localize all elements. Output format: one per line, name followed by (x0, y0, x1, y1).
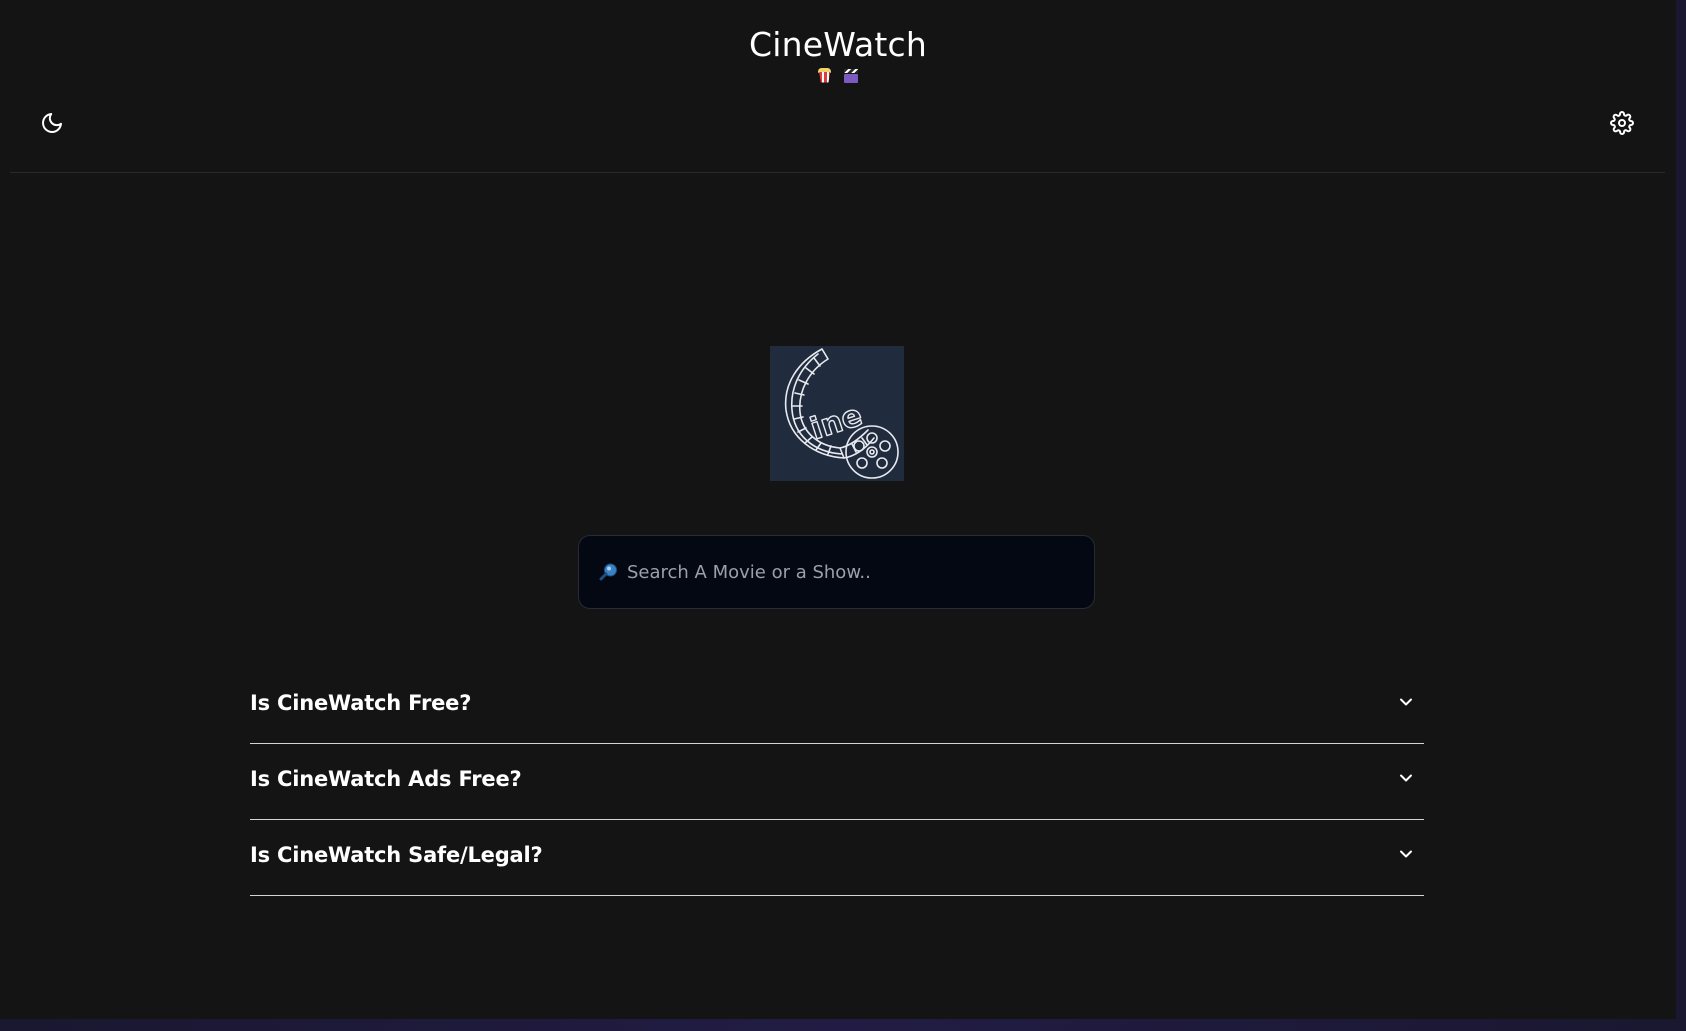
search-icon (599, 563, 617, 581)
theme-toggle-button[interactable] (38, 109, 66, 137)
clapper-board-icon (843, 68, 858, 83)
title-emojis (0, 64, 1676, 86)
faq-item-ads-free[interactable]: Is CineWatch Ads Free? (250, 744, 1424, 820)
popcorn-icon (818, 67, 832, 84)
faq-list: Is CineWatch Free? Is CineWatch Ads Free… (250, 668, 1424, 896)
search-box[interactable] (578, 535, 1095, 609)
faq-question: Is CineWatch Free? (250, 690, 472, 715)
film-reel-logo: ine (784, 348, 899, 479)
cinewatch-logo: ine (770, 346, 904, 481)
header-divider (10, 172, 1665, 173)
site-title: CineWatch (749, 25, 927, 64)
settings-button[interactable] (1608, 109, 1636, 137)
faq-question: Is CineWatch Safe/Legal? (250, 842, 543, 867)
faq-item-free[interactable]: Is CineWatch Free? (250, 668, 1424, 744)
gear-icon (1610, 111, 1634, 135)
window-edge (1676, 0, 1686, 1031)
moon-icon (42, 113, 62, 133)
chevron-down-icon (1400, 698, 1412, 705)
window-bottom-edge (0, 1019, 1686, 1031)
faq-item-safe-legal[interactable]: Is CineWatch Safe/Legal? (250, 820, 1424, 896)
page: CineWatch ine Search A Movie or a Show..… (0, 0, 1676, 1019)
chevron-down-icon (1400, 850, 1412, 857)
chevron-down-icon (1400, 774, 1412, 781)
search-input[interactable] (627, 552, 1094, 592)
faq-question: Is CineWatch Ads Free? (250, 766, 522, 791)
